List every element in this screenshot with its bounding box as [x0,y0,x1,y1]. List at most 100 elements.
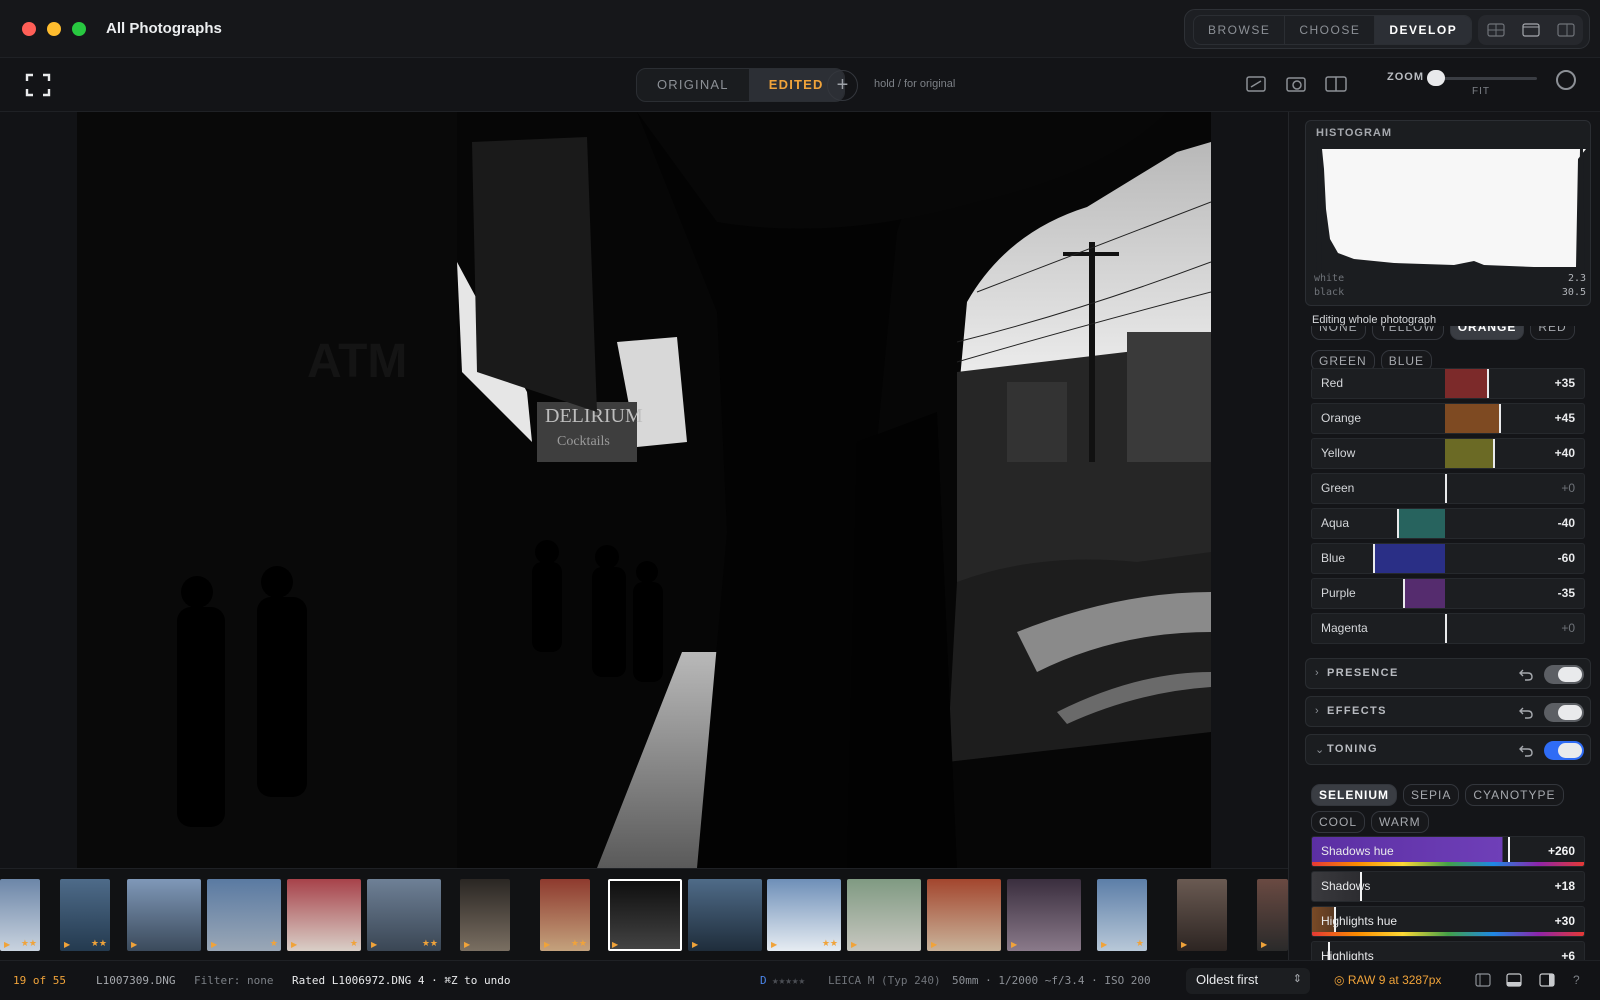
filmstrip[interactable]: ▶ ★★ ▶ ★★ ▶ ▶ ★ ▶ ★ ▶ ★★ ▶ ▶ ★★ ▶ ▶ ▶ ★★ ▶ ▶ ▶ ▶ ★ ▶ ▶ [0,868,1288,960]
section-toning[interactable]: ⌄ TONING [1305,734,1591,765]
sort-select[interactable]: Oldest first ⇕ [1186,968,1310,994]
slider-label: Red [1321,376,1344,390]
filmstrip-thumbnail[interactable]: ▶ [847,879,921,951]
filter-status[interactable]: Filter: none [194,974,273,987]
filmstrip-thumbnail[interactable]: ▶ ★ [1097,879,1147,951]
zoom-slider[interactable] [1437,77,1537,80]
sidebar-left-icon[interactable] [1475,973,1491,987]
filmstrip-thumbnail[interactable]: ▶ ★★ [767,879,841,951]
filmstrip-thumbnail[interactable]: ▶ ★★ [0,879,40,951]
histogram-title: HISTOGRAM [1316,127,1393,139]
filmstrip-thumbnail[interactable]: ▶ [1257,879,1288,951]
slider-handle[interactable] [1487,369,1489,398]
slider-value: +260 [1547,844,1575,858]
chip-warm[interactable]: WARM [1371,811,1429,833]
presence-toggle[interactable] [1544,665,1584,684]
shadows-slider[interactable]: Shadows +18 [1311,871,1585,902]
effects-toggle[interactable] [1544,703,1584,722]
filmstrip-thumbnail[interactable]: ▶ [927,879,1001,951]
play-flag-icon: ▶ [931,940,938,949]
filmstrip-thumbnail[interactable]: ▶ ★ [207,879,281,951]
color-slider-aqua[interactable]: Aqua -40 [1311,508,1585,539]
slider-value: -40 [1557,516,1575,530]
shadows-hue-slider[interactable]: Shadows hue +260 [1311,836,1585,867]
color-slider-magenta[interactable]: Magenta +0 [1311,613,1585,644]
split-view-icon[interactable] [1548,15,1583,45]
filmstrip-toggle-icon[interactable] [1506,973,1522,987]
thumbnail-stars: ★★ [20,938,37,948]
reset-toning-icon[interactable] [1518,742,1534,758]
reset-effects-icon[interactable] [1518,704,1534,720]
slider-handle[interactable] [1499,404,1501,433]
chip-cool[interactable]: COOL [1311,811,1366,833]
original-button[interactable]: ORIGINAL [637,69,749,101]
color-slider-purple[interactable]: Purple -35 [1311,578,1585,609]
editing-scope-note: Editing whole photograph [1312,314,1437,326]
color-slider-blue[interactable]: Blue -60 [1311,543,1585,574]
zoom-label: ZOOM [1387,71,1424,83]
section-effects[interactable]: › EFFECTS [1305,696,1591,727]
help-button[interactable]: ? [1573,973,1580,987]
slider-value: +6 [1561,949,1575,960]
close-window-button[interactable] [22,22,36,36]
chip-orange[interactable]: ORANGE [1449,326,1525,340]
color-slider-yellow[interactable]: Yellow +40 [1311,438,1585,469]
filmstrip-thumbnail[interactable]: ▶ [460,879,510,951]
chip-red[interactable]: RED [1530,326,1575,340]
filmstrip-thumbnail[interactable]: ▶ [1177,879,1227,951]
filmstrip-thumbnail[interactable]: ▶ [608,879,682,951]
color-slider-orange[interactable]: Orange +45 [1311,403,1585,434]
svg-text:ATM: ATM [307,335,407,388]
reset-presence-icon[interactable] [1518,666,1534,682]
info-circle-button[interactable] [1556,70,1576,90]
slider-handle[interactable] [1397,509,1399,538]
chip-yellow[interactable]: YELLOW [1371,326,1444,340]
slider-value: +40 [1554,446,1575,460]
rated-message: Rated L1006972.DNG 4 · ⌘Z to undo [292,974,511,987]
tab-choose[interactable]: CHOOSE [1285,16,1376,44]
minimize-window-button[interactable] [47,22,61,36]
slider-handle[interactable] [1493,439,1495,468]
chip-sepia[interactable]: SEPIA [1403,784,1460,806]
updown-chevron-icon: ⇕ [1292,973,1302,985]
filmstrip-thumbnail[interactable]: ▶ [1007,879,1081,951]
crop-icon[interactable] [1244,72,1268,96]
grid-view-icon[interactable] [1478,15,1513,45]
zoom-slider-knob[interactable] [1427,70,1445,86]
slider-handle[interactable] [1445,474,1447,503]
filmstrip-thumbnail[interactable]: ▶ ★★ [60,879,110,951]
slider-fill [1373,544,1445,573]
highlights-slider[interactable]: Highlights +6 [1311,941,1585,960]
highlights-hue-slider[interactable]: Highlights hue +30 [1311,906,1585,937]
tab-develop[interactable]: DEVELOP [1375,16,1472,44]
develop-panel: HISTOGRAM white 2.3 black 30.5 Editing w… [1288,112,1600,960]
slider-handle[interactable] [1373,544,1375,573]
filmstrip-thumbnail[interactable]: ▶ ★★ [540,879,590,951]
chip-selenium[interactable]: SELENIUM [1311,784,1398,806]
rating-stars[interactable]: ★★★★★ [772,974,805,987]
fullscreen-icon[interactable] [25,73,51,97]
filmstrip-thumbnail[interactable]: ▶ [688,879,762,951]
compare-icon[interactable] [1324,72,1348,96]
filmstrip-thumbnail[interactable]: ▶ ★★ [367,879,441,951]
single-view-icon[interactable] [1513,15,1548,45]
slider-handle[interactable] [1403,579,1405,608]
color-slider-green[interactable]: Green +0 [1311,473,1585,504]
photo-viewport[interactable]: DELIRIUM Cocktails ATM [0,112,1288,868]
sidebar-right-icon[interactable] [1539,973,1555,987]
tab-browse[interactable]: BROWSE [1194,16,1286,44]
filmstrip-thumbnail[interactable]: ▶ [127,879,201,951]
chip-none[interactable]: NONE [1311,326,1366,340]
color-slider-red[interactable]: Red +35 [1311,368,1585,399]
layout-buttons [1478,15,1583,45]
slider-fill [1445,404,1499,433]
add-button[interactable]: + [827,70,858,101]
slider-handle[interactable] [1445,614,1447,643]
zoom-window-button[interactable] [72,22,86,36]
section-presence[interactable]: › PRESENCE [1305,658,1591,689]
slider-label: Purple [1321,586,1356,600]
filmstrip-thumbnail[interactable]: ▶ ★ [287,879,361,951]
chip-cyanotype[interactable]: CYANOTYPE [1465,784,1564,806]
toning-toggle[interactable] [1544,741,1584,760]
camera-view-icon[interactable] [1284,72,1308,96]
